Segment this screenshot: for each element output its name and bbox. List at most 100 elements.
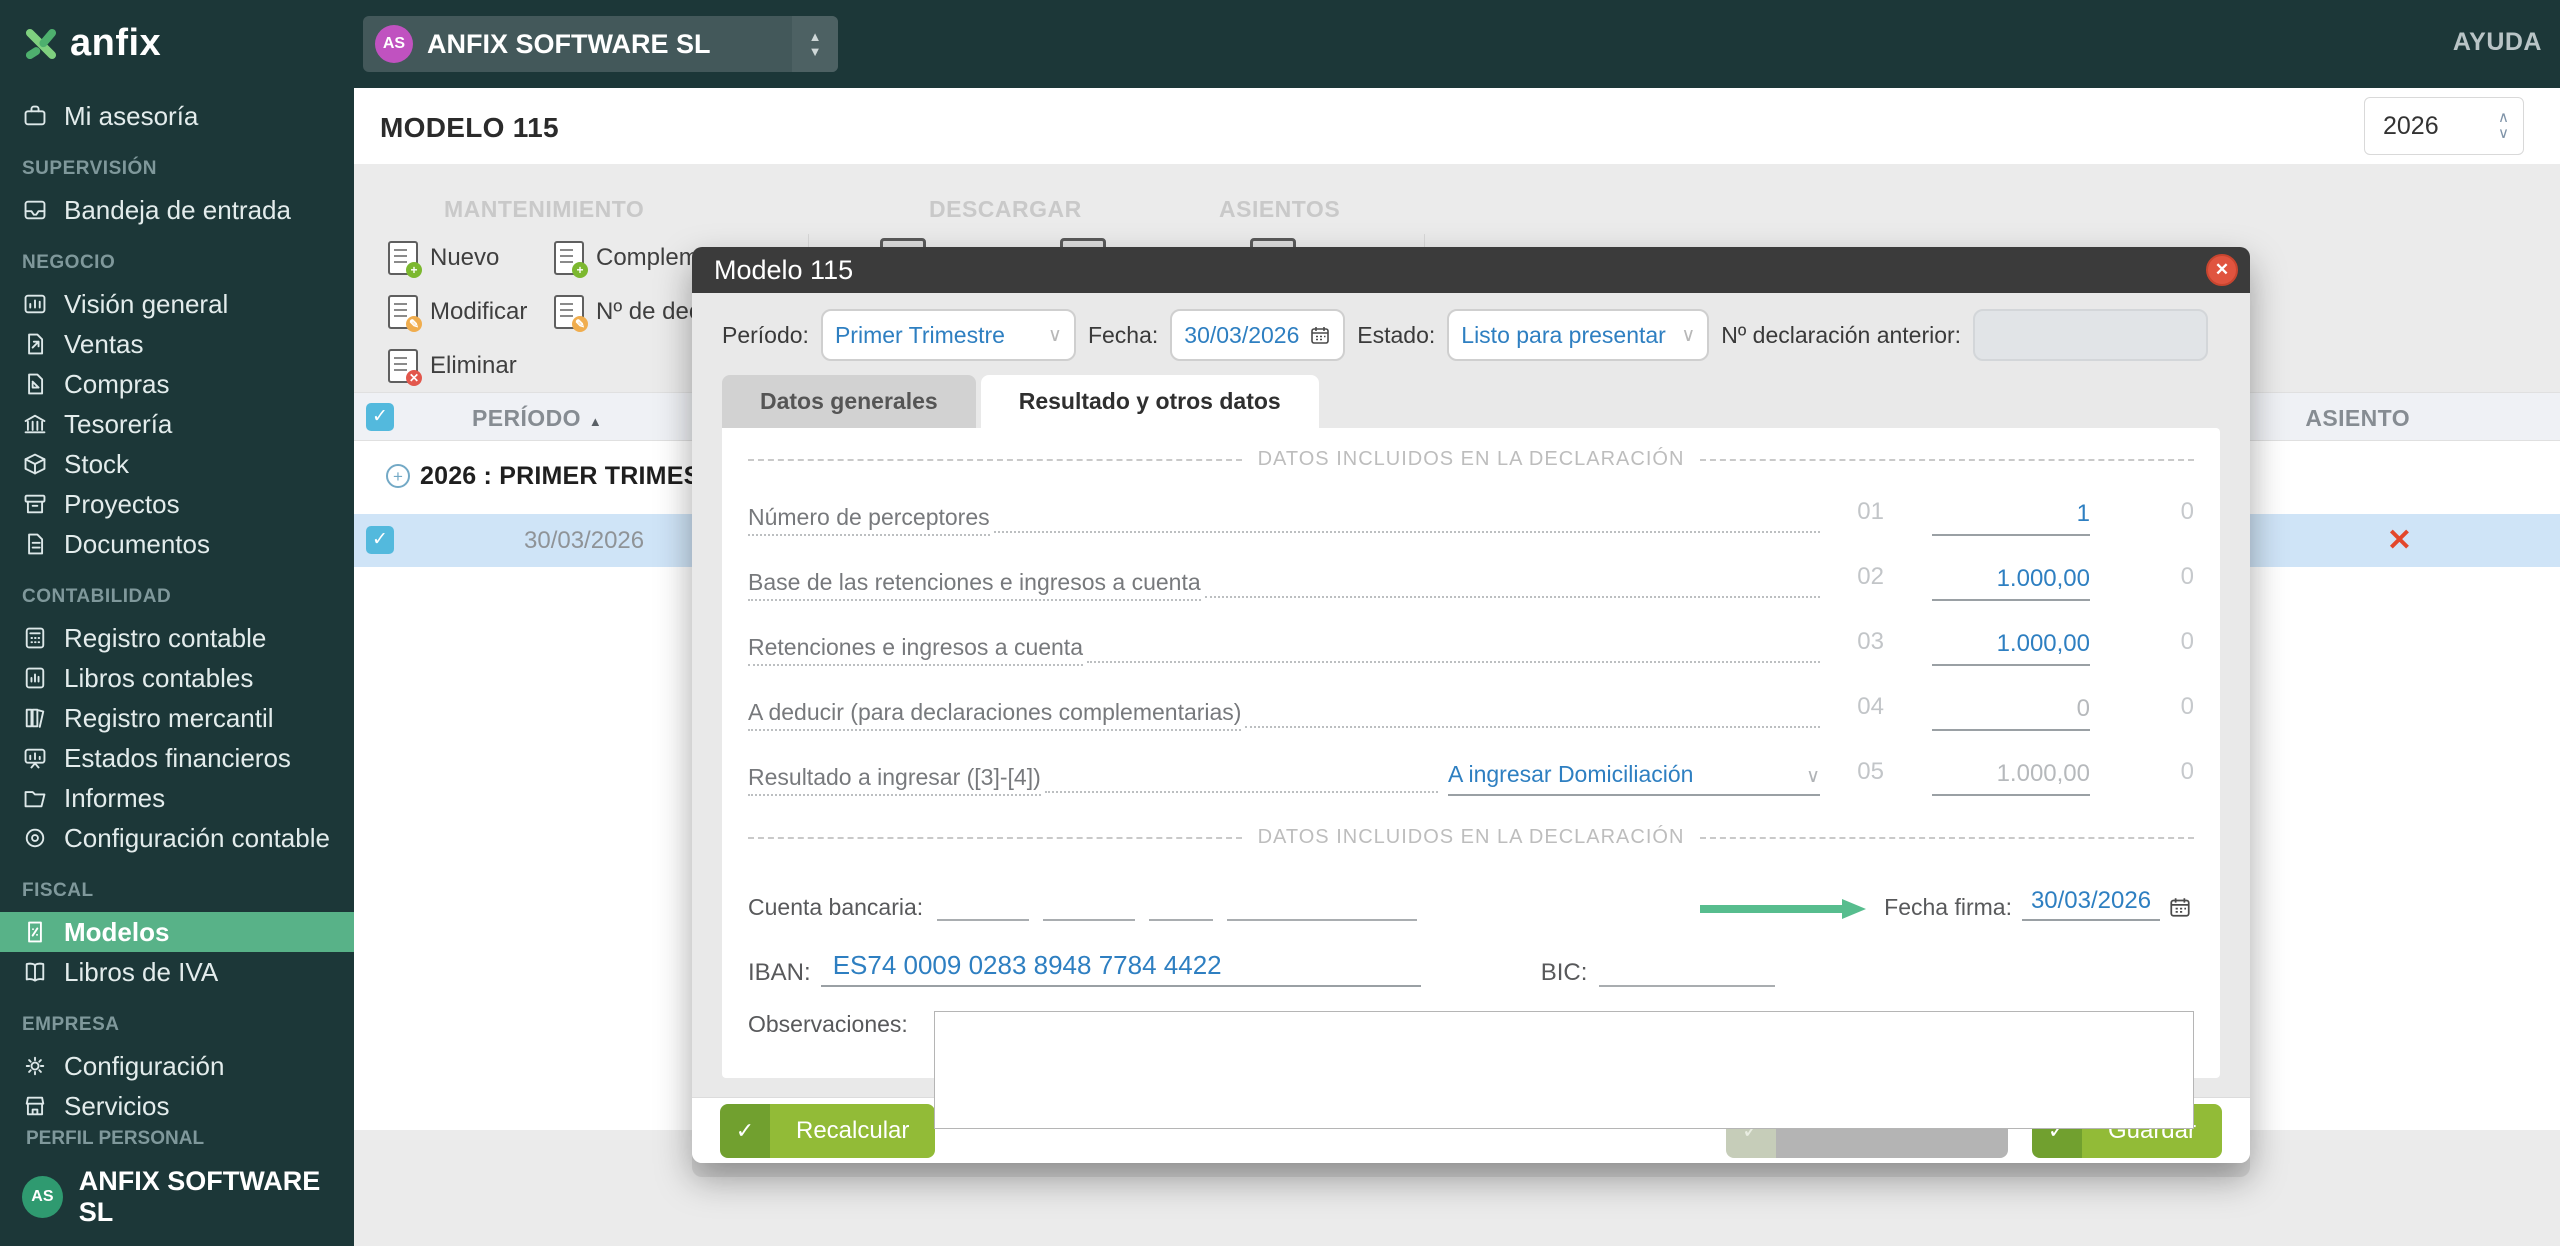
num-declaracion-anterior-input <box>1973 309 2208 361</box>
fecha-input[interactable]: 30/03/2026 <box>1170 309 1345 361</box>
sidebar-item-proyectos[interactable]: Proyectos <box>0 484 354 524</box>
sidebar-item-label: Servicios <box>64 1091 169 1122</box>
chevron-up-icon: ▲ <box>809 30 822 43</box>
row-value-input[interactable]: 1.000,00 <box>1932 760 2090 796</box>
row-code: 02 <box>1820 563 1884 601</box>
help-link[interactable]: AYUDA <box>2453 28 2542 57</box>
company-selector[interactable]: AS ANFIX SOFTWARE SL ▲ ▼ <box>363 16 838 72</box>
toolbar-group-descargar: DESCARGAR <box>929 196 1082 223</box>
toolbar-button-label: Eliminar <box>430 352 517 380</box>
settings-dial-icon <box>22 825 48 851</box>
periodo-select[interactable]: Primer Trimestre ∨ <box>821 309 1076 361</box>
bank-number-input[interactable] <box>1227 895 1417 921</box>
row-code: 05 <box>1820 758 1884 796</box>
observaciones-textarea[interactable] <box>934 1011 2194 1129</box>
chevron-up-icon: ∧ <box>2498 112 2509 124</box>
year-spinner[interactable]: ∧ ∨ <box>2498 112 2509 140</box>
row-checkbox[interactable]: ✓ <box>366 526 394 554</box>
close-icon[interactable]: ✕ <box>2206 254 2238 286</box>
declaration-row-01: Número de perceptores 01 1 0 <box>748 492 2194 536</box>
sidebar-item-estados-financieros[interactable]: Estados financieros <box>0 738 354 778</box>
calendar-icon[interactable] <box>1309 324 1331 346</box>
sidebar-item-mi-asesoria[interactable]: Mi asesoría <box>0 96 354 136</box>
profile-row[interactable]: AS ANFIX SOFTWARE SL <box>0 1166 354 1228</box>
profile-block: PERFIL PERSONAL AS ANFIX SOFTWARE SL <box>0 1128 354 1228</box>
sidebar-item-label: Configuración contable <box>64 823 330 854</box>
sidebar-item-informes[interactable]: Informes <box>0 778 354 818</box>
complementary-document-icon: + <box>554 241 584 275</box>
toolbar-button-modificar[interactable]: ✎ Modificar <box>388 290 527 334</box>
sidebar-item-ventas[interactable]: Ventas <box>0 324 354 364</box>
bic-label: BIC: <box>1541 959 1588 987</box>
sidebar-item-stock[interactable]: Stock <box>0 444 354 484</box>
estado-select[interactable]: Listo para presentar ∨ <box>1447 309 1709 361</box>
expand-plus-icon[interactable]: + <box>386 464 410 488</box>
profile-name: ANFIX SOFTWARE SL <box>79 1166 354 1228</box>
ledger-book-icon <box>22 665 48 691</box>
row-value-input[interactable]: 1.000,00 <box>1932 630 2090 666</box>
sidebar-section-negocio: NEGOCIO <box>0 230 354 284</box>
row-extra-value: 0 <box>2090 498 2194 536</box>
sidebar-item-label: Bandeja de entrada <box>64 195 291 226</box>
chevron-down-icon: ∨ <box>1048 324 1062 347</box>
sidebar-item-modelos[interactable]: Modelos <box>0 912 354 952</box>
toolbar-button-nuevo[interactable]: + Nuevo <box>388 236 527 280</box>
row-value-input[interactable]: 1.000,00 <box>1932 565 2090 601</box>
sidebar-item-libros-contables[interactable]: Libros contables <box>0 658 354 698</box>
bank-entity-input[interactable] <box>937 895 1029 921</box>
sidebar-item-tesoreria[interactable]: Tesorería <box>0 404 354 444</box>
sidebar-item-registro-mercantil[interactable]: Registro mercantil <box>0 698 354 738</box>
row-value-input[interactable]: 0 <box>1932 695 2090 731</box>
bank-branch-input[interactable] <box>1043 895 1135 921</box>
fecha-firma-input[interactable]: 30/03/2026 <box>2022 887 2160 921</box>
calendar-icon[interactable] <box>2168 895 2192 919</box>
green-arrow-icon <box>1696 897 1868 921</box>
sidebar-item-libros-de-iva[interactable]: Libros de IVA <box>0 952 354 992</box>
sidebar-item-documentos[interactable]: Documentos <box>0 524 354 564</box>
row-label: Resultado a ingresar ([3]-[4]) <box>748 764 1041 796</box>
bank-account-row: Cuenta bancaria: Fecha firma: 30/03/2026 <box>748 881 2194 921</box>
sidebar-item-bandeja-de-entrada[interactable]: Bandeja de entrada <box>0 190 354 230</box>
chevron-down-icon: ∨ <box>1806 765 1820 788</box>
store-icon <box>22 1093 48 1119</box>
sidebar-item-registro-contable[interactable]: Registro contable <box>0 618 354 658</box>
modal-fields-row: Período: Primer Trimestre ∨ Fecha: 30/03… <box>692 293 2250 361</box>
tab-datos-generales[interactable]: Datos generales <box>722 375 976 428</box>
open-book-icon <box>22 959 48 985</box>
chevron-down-icon: ∨ <box>1681 324 1695 347</box>
iban-input[interactable]: ES74 0009 0283 8948 7784 4422 <box>821 950 1421 987</box>
sidebar-section-supervision: SUPERVISIÓN <box>0 136 354 190</box>
delete-row-icon[interactable]: ✕ <box>2387 523 2412 558</box>
purchases-document-icon <box>22 371 48 397</box>
observaciones-label: Observaciones: <box>748 1011 908 1038</box>
tab-resultado-y-otros-datos[interactable]: Resultado y otros datos <box>981 375 1319 428</box>
resultado-tipo-select[interactable]: A ingresar Domiciliación ∨ <box>1448 761 1820 796</box>
section-title: DATOS INCLUIDOS EN LA DECLARACIÓN <box>1258 826 1685 849</box>
column-header-asiento[interactable]: ASIENTO <box>2305 405 2410 432</box>
sidebar-item-configuracion-contable[interactable]: Configuración contable <box>0 818 354 858</box>
sidebar-item-compras[interactable]: Compras <box>0 364 354 404</box>
estado-label: Estado: <box>1357 322 1435 349</box>
row-extra-value: 0 <box>2090 758 2194 796</box>
year-selector[interactable]: 2026 ∧ ∨ <box>2364 97 2524 155</box>
sidebar-item-configuracion[interactable]: Configuración <box>0 1046 354 1086</box>
row-value-input[interactable]: 1 <box>1932 500 2090 536</box>
bar-chart-icon <box>22 291 48 317</box>
sidebar-item-servicios[interactable]: Servicios <box>0 1086 354 1126</box>
toolbar-button-eliminar[interactable]: ✕ Eliminar <box>388 344 527 388</box>
bank-icon <box>22 411 48 437</box>
archive-icon <box>22 491 48 517</box>
iban-label: IBAN: <box>748 959 811 987</box>
select-all-checkbox[interactable]: ✓ <box>366 403 394 431</box>
tab-panel: DATOS INCLUIDOS EN LA DECLARACIÓN Número… <box>722 428 2220 1078</box>
section-divider: DATOS INCLUIDOS EN LA DECLARACIÓN <box>748 826 2194 849</box>
column-header-periodo[interactable]: PERÍODO▲ <box>472 405 602 432</box>
bank-control-input[interactable] <box>1149 895 1213 921</box>
anfix-logo[interactable]: anfix <box>22 22 161 65</box>
sidebar-item-vision-general[interactable]: Visión general <box>0 284 354 324</box>
company-selector-spinner[interactable]: ▲ ▼ <box>792 16 838 72</box>
sidebar-item-label: Stock <box>64 449 129 480</box>
bic-input[interactable] <box>1599 961 1775 987</box>
row-code: 04 <box>1820 693 1884 731</box>
sidebar-section-fiscal: FISCAL <box>0 858 354 912</box>
